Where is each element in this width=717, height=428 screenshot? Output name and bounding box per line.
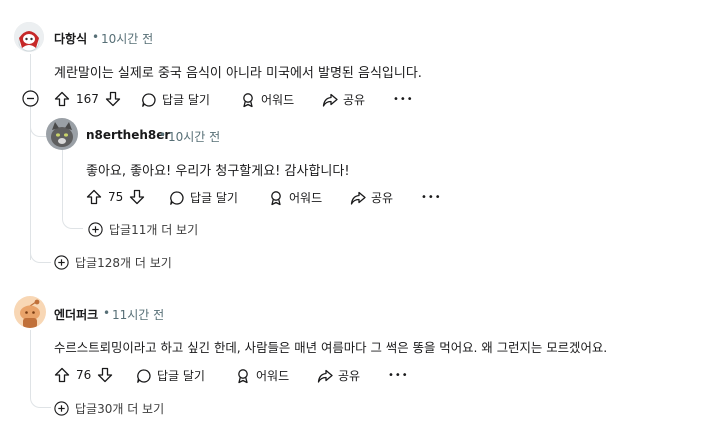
upvote-icon[interactable] (54, 91, 70, 107)
thread-connector (30, 116, 47, 137)
comment-timestamp[interactable]: 10시간 전 (168, 128, 220, 145)
reply-button[interactable]: 답글 달기 (136, 367, 205, 384)
share-label: 공유 (343, 93, 366, 107)
upvote-icon[interactable] (86, 189, 102, 205)
comment-timestamp[interactable]: 10시간 전 (101, 30, 153, 47)
more-replies-label: 답글30개 더 보기 (75, 402, 165, 416)
share-button[interactable]: 공유 (322, 91, 365, 108)
more-replies-link[interactable]: 답글30개 더 보기 (54, 400, 164, 417)
upvote-icon[interactable] (54, 367, 70, 383)
share-arrow-icon (322, 93, 338, 107)
more-replies-link[interactable]: 답글11개 더 보기 (88, 221, 198, 238)
award-button[interactable]: 어워드 (240, 91, 294, 108)
vote-controls: 167 (54, 91, 121, 107)
downvote-icon[interactable] (105, 91, 121, 107)
snoo-avatar-icon (14, 296, 46, 328)
reply-label: 답글 달기 (190, 191, 238, 205)
comment-timestamp[interactable]: 11시간 전 (112, 306, 164, 323)
thread-line (30, 330, 31, 390)
avatar[interactable] (14, 296, 46, 328)
thread-connector (30, 244, 51, 263)
more-options-button[interactable]: ••• (421, 192, 442, 203)
award-label: 어워드 (256, 369, 290, 383)
award-icon (271, 190, 281, 205)
plus-circle-icon (54, 255, 69, 270)
speech-bubble-icon (170, 190, 184, 205)
share-label: 공유 (338, 369, 361, 383)
award-icon (238, 368, 248, 383)
thread-connector (62, 212, 83, 229)
meta-separator: • (159, 128, 167, 142)
plus-circle-icon (88, 222, 103, 237)
comment-body: 수르스트뢰밍이라고 하고 싶긴 한데, 사람들은 매년 여름마다 그 썩은 똥을… (54, 340, 608, 355)
vote-count: 75 (108, 190, 124, 204)
comment-author[interactable]: n8ertheh8er (86, 128, 170, 142)
speech-bubble-icon (137, 368, 151, 383)
share-button[interactable]: 공유 (317, 367, 360, 384)
award-button[interactable]: 어워드 (235, 367, 289, 384)
share-arrow-icon (317, 369, 333, 383)
downvote-icon[interactable] (97, 367, 113, 383)
reply-button[interactable]: 답글 달기 (169, 189, 238, 206)
comment-author[interactable]: 다항식 (54, 30, 87, 47)
reply-label: 답글 달기 (157, 369, 205, 383)
minus-circle-icon (22, 90, 39, 107)
reply-label: 답글 달기 (162, 93, 210, 107)
thread-line (62, 150, 63, 212)
cat-photo-avatar-icon (46, 118, 78, 150)
award-icon (243, 92, 253, 107)
award-label: 어워드 (261, 93, 295, 107)
reply-button[interactable]: 답글 달기 (141, 91, 210, 108)
more-options-button[interactable]: ••• (393, 94, 414, 105)
downvote-icon[interactable] (129, 189, 145, 205)
avatar[interactable] (46, 118, 78, 150)
snoo-avatar-icon (14, 22, 44, 52)
comment-body: 계란말이는 실제로 중국 음식이 아니라 미국에서 발명된 음식입니다. (54, 66, 422, 81)
more-options-button[interactable]: ••• (388, 370, 409, 381)
more-replies-label: 답글128개 더 보기 (75, 256, 172, 270)
meta-separator: • (92, 30, 100, 44)
thread-connector (30, 390, 51, 408)
award-button[interactable]: 어워드 (268, 189, 322, 206)
collapse-thread-button[interactable] (22, 90, 39, 111)
share-label: 공유 (371, 191, 394, 205)
vote-controls: 75 (86, 189, 145, 205)
speech-bubble-icon (142, 92, 156, 107)
vote-controls: 76 (54, 367, 113, 383)
comment-author[interactable]: 엔더퍼크 (54, 306, 98, 323)
more-replies-link[interactable]: 답글128개 더 보기 (54, 254, 172, 271)
more-replies-label: 답글11개 더 보기 (109, 223, 199, 237)
share-arrow-icon (350, 191, 366, 205)
plus-circle-icon (54, 401, 69, 416)
vote-count: 167 (76, 92, 99, 106)
vote-count: 76 (76, 368, 92, 382)
share-button[interactable]: 공유 (350, 189, 393, 206)
meta-separator: • (103, 306, 111, 320)
award-label: 어워드 (289, 191, 323, 205)
comment-body: 좋아요, 좋아요! 우리가 청구할게요! 감사합니다! (86, 164, 350, 179)
avatar[interactable] (14, 22, 44, 52)
